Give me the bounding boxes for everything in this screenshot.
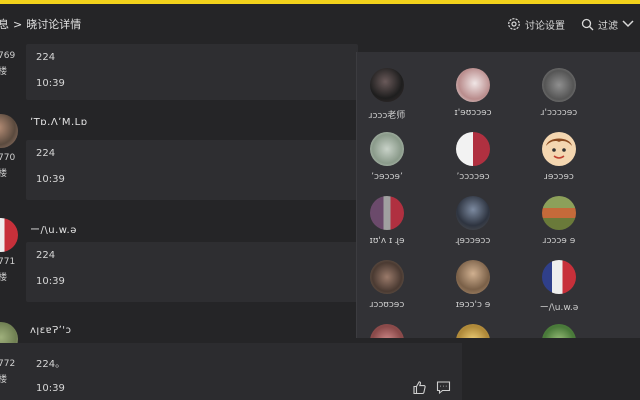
popup-username: ɪʊ'ʌ ɪ ɻɘ xyxy=(369,236,405,246)
popup-user[interactable]: ɹɔɔʊɔɘɔ xyxy=(357,260,431,310)
post-time: 10:39 xyxy=(36,276,65,287)
filter-label: 过滤 xyxy=(598,20,618,32)
popup-user[interactable]: ー/\u.w.ǝ xyxy=(515,260,603,313)
popup-user[interactable]: ɹɔɔɔ老师 xyxy=(357,68,431,121)
breadcrumb: 息 > 晓讨论详情 xyxy=(0,16,81,32)
popup-user[interactable]: ɪʊ'ʌ ɪ ɻɘ xyxy=(357,196,431,246)
header-bar: 息 > 晓讨论详情 讨论设置 过滤 xyxy=(0,4,640,44)
popup-username: ー/\u.w.ǝ xyxy=(539,303,579,313)
floor-number: 771 楼 xyxy=(0,257,16,283)
popup-user[interactable]: ʼɔɔɔɔɘɔ xyxy=(429,132,517,182)
avatar xyxy=(456,132,490,166)
post-content: 224 xyxy=(36,148,56,159)
popup-user[interactable]: ʼɔɘɔɔɘʼ xyxy=(357,132,431,182)
popup-username: ɪɘɔɔ'ɔ ɘ xyxy=(455,300,491,310)
popup-username: ɹɔɔʊɔɘɔ xyxy=(369,300,405,310)
popup-username: ɻɘɔɔɘɔɔ xyxy=(455,236,491,246)
post-time: 10:39 xyxy=(36,383,65,394)
avatar[interactable] xyxy=(0,114,18,148)
popup-user[interactable] xyxy=(357,324,431,338)
floor-number: 769 楼 xyxy=(0,51,16,77)
avatar[interactable] xyxy=(0,218,18,252)
post-time: 10:39 xyxy=(36,174,65,185)
breadcrumb-prev[interactable]: 息 xyxy=(0,16,9,32)
popup-user[interactable] xyxy=(515,324,603,338)
popup-user[interactable]: ɹɔɔɔɘ ɘ xyxy=(515,196,603,246)
username[interactable]: ー/\u.w.ǝ xyxy=(30,221,77,236)
username[interactable]: ʌꞁɛɐɁʼ'ɔ xyxy=(30,325,72,336)
search-icon xyxy=(581,18,594,31)
avatar xyxy=(542,324,576,338)
post-card: 224 10:39 xyxy=(26,242,358,302)
post-card: 224 10:39 xyxy=(26,140,358,200)
popup-username: ɹɔɔɔ老师 xyxy=(368,111,406,121)
post-card: 224 10:39 xyxy=(26,44,358,100)
cartoon-face-avatar xyxy=(542,132,576,166)
popup-username: ɹ'ɔɔɔɔɘɔ xyxy=(540,108,578,118)
popup-user[interactable]: ɻɘɔɔɘɔɔ xyxy=(429,196,517,246)
settings-label: 讨论设置 xyxy=(525,20,565,32)
avatar xyxy=(542,68,576,102)
popup-user[interactable]: ɪɘɔɔ'ɔ ɘ xyxy=(429,260,517,310)
avatar xyxy=(456,68,490,102)
popup-username: ʼɔɘɔɔɘʼ xyxy=(371,172,403,182)
avatar xyxy=(370,260,404,294)
popup-username: ɪ'ɘʊɔɔɘɔ xyxy=(454,108,492,118)
comment-icon xyxy=(436,381,451,398)
popup-username: ɹɔɔɔɘ ɘ xyxy=(542,236,576,246)
popup-user[interactable]: ɹɘɔɔɘɔ xyxy=(515,132,603,182)
chevron-down-icon xyxy=(622,20,634,28)
avatar xyxy=(370,68,404,102)
page-title: 晓讨论详情 xyxy=(26,18,82,31)
avatar xyxy=(370,132,404,166)
avatar xyxy=(456,324,490,338)
breadcrumb-separator: > xyxy=(13,17,23,31)
popup-user[interactable]: ɹ'ɔɔɔɔɘɔ xyxy=(515,68,603,118)
avatar xyxy=(542,260,576,294)
post-content: 224。 xyxy=(36,359,66,370)
post-content: 224 xyxy=(36,250,56,261)
bottom-right-area xyxy=(462,343,640,400)
discussion-settings-button[interactable]: 讨论设置 xyxy=(507,17,565,32)
popup-user[interactable] xyxy=(429,324,517,338)
avatar xyxy=(456,260,490,294)
post-content: 224 xyxy=(36,52,56,63)
avatar xyxy=(370,196,404,230)
popup-user[interactable]: ɪ'ɘʊɔɔɘɔ xyxy=(429,68,517,118)
post-card: 224。 10:39 xyxy=(0,343,462,400)
user-filter-popup: ɹɔɔɔ老师 ɪ'ɘʊɔɔɘɔ ɹ'ɔɔɔɔɘɔ ʼɔɘɔɔɘʼ ʼɔɔɔɔɘɔ… xyxy=(356,52,640,338)
floor-number: 772 楼 xyxy=(0,359,16,385)
like-button[interactable] xyxy=(412,380,427,398)
post-time: 10:39 xyxy=(36,78,65,89)
filter-button[interactable]: 过滤 xyxy=(581,17,634,32)
comment-button[interactable] xyxy=(436,380,451,398)
avatar xyxy=(542,196,576,230)
thumbs-up-icon xyxy=(412,381,427,398)
avatar xyxy=(370,324,404,338)
popup-username: ʼɔɔɔɔɘɔ xyxy=(456,172,490,182)
popup-username: ɹɘɔɔɘɔ xyxy=(544,172,574,182)
username[interactable]: ʼTɒ.ɅʼM.Lɒ xyxy=(30,117,88,128)
floor-number: 770 楼 xyxy=(0,153,16,179)
avatar xyxy=(456,196,490,230)
gear-icon xyxy=(507,17,521,31)
